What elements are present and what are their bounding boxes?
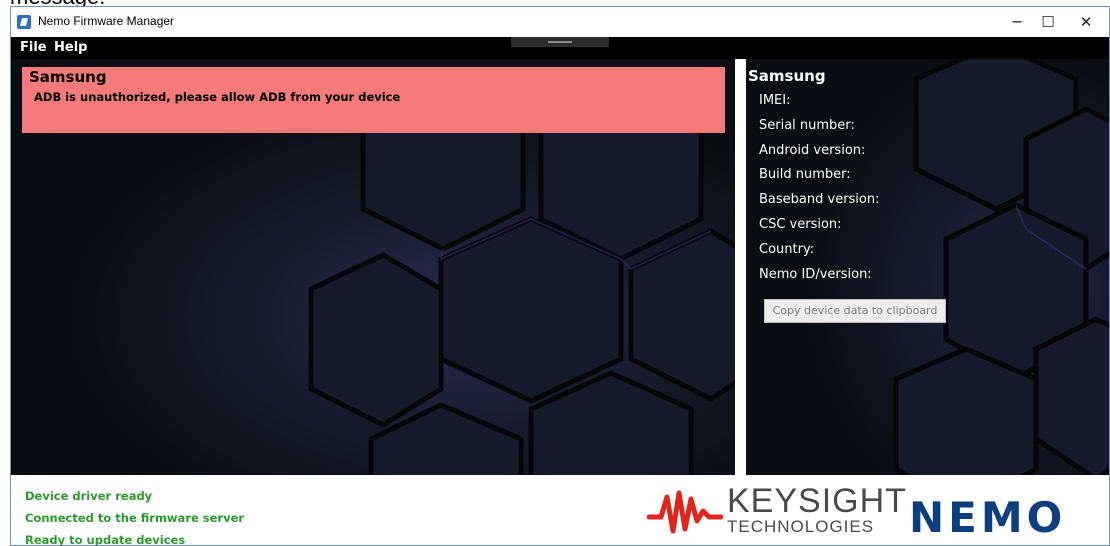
info-serial-label: Serial number: <box>759 117 855 133</box>
status-server-connected: Connected to the firmware server <box>25 511 245 525</box>
alert-banner: Samsung ADB is unauthorized, please allo… <box>22 67 725 133</box>
device-info-panel: Samsung IMEI: Serial number: Android ver… <box>746 59 1109 475</box>
info-android-version-label: Android version: <box>759 142 866 158</box>
status-bar: Device driver ready Connected to the fir… <box>11 475 1109 545</box>
window-title: Nemo Firmware Manager <box>38 14 175 28</box>
title-bar[interactable]: Nemo Firmware Manager ─ ☐ ✕ <box>11 7 1109 37</box>
info-baseband-version-label: Baseband version: <box>759 192 880 208</box>
alert-message: ADB is unauthorized, please allow ADB fr… <box>34 90 401 104</box>
app-window: Nemo Firmware Manager ─ ☐ ✕ File Help Sa… <box>10 6 1110 546</box>
menu-file[interactable]: File <box>20 40 47 55</box>
keysight-wave-logo <box>647 490 723 534</box>
menu-help[interactable]: Help <box>54 40 87 55</box>
app-icon <box>17 15 31 29</box>
nemo-logo: NEMO <box>909 493 1067 542</box>
info-csc-version-label: CSC version: <box>759 216 842 232</box>
menu-bar: File Help <box>11 37 1109 59</box>
panel-divider <box>735 59 746 475</box>
status-ready-update: Ready to update devices <box>25 533 186 546</box>
status-driver-ready: Device driver ready <box>25 489 153 503</box>
keysight-logo-subtext: TECHNOLOGIES <box>727 517 875 536</box>
device-info-list: IMEI: Serial number: Android version: Bu… <box>759 93 880 291</box>
info-build-number-label: Build number: <box>759 167 851 183</box>
info-imei-label: IMEI: <box>759 93 791 108</box>
drag-handle[interactable] <box>511 37 609 47</box>
alert-title: Samsung <box>29 68 107 86</box>
device-panel-title: Samsung <box>748 67 826 85</box>
info-nemo-id-label: Nemo ID/version: <box>759 266 872 282</box>
main-panel: Samsung ADB is unauthorized, please allo… <box>11 59 735 475</box>
close-button[interactable]: ✕ <box>1063 7 1109 37</box>
copy-device-data-button[interactable]: Copy device data to clipboard <box>764 299 946 323</box>
info-country-label: Country: <box>759 241 815 257</box>
keysight-logo-text: KEYSIGHT <box>727 482 907 520</box>
